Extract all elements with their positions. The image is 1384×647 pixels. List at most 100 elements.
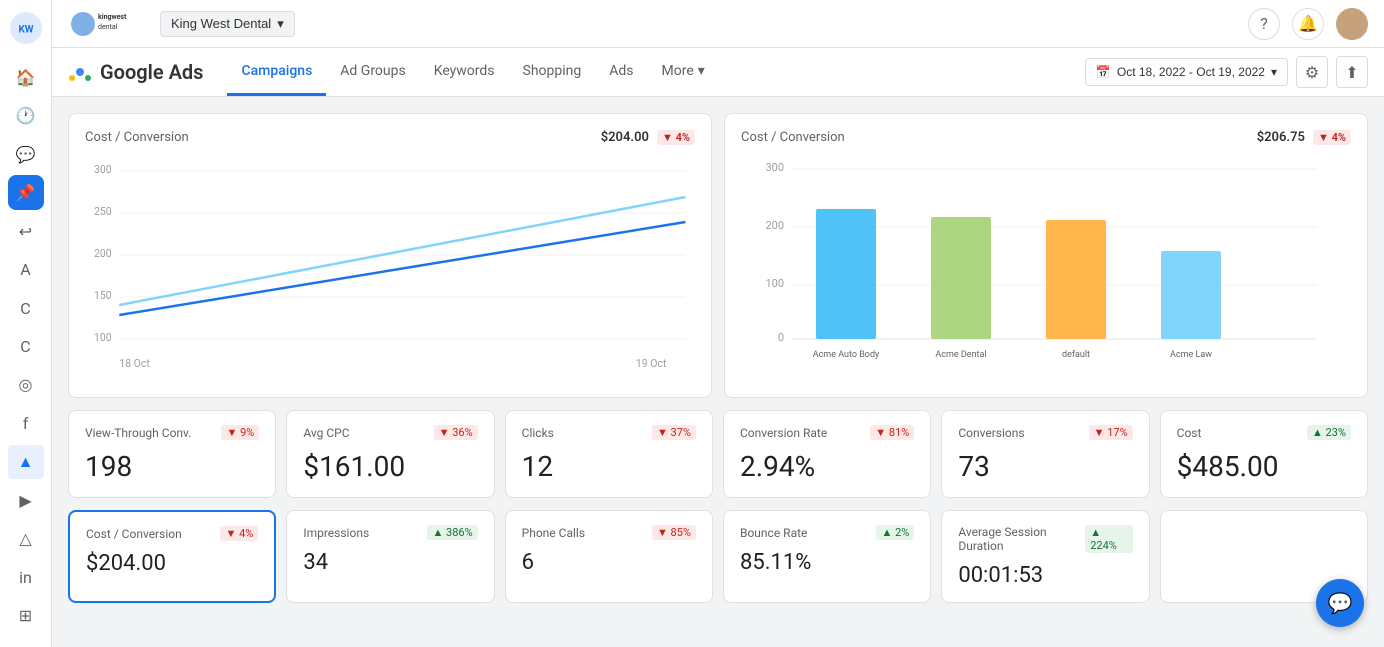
metric-cost: Cost ▲ 23% $485.00: [1160, 410, 1368, 498]
sidebar-chat-icon[interactable]: 💬: [8, 137, 44, 171]
date-range-button[interactable]: 📅 Oct 18, 2022 - Oct 19, 2022 ▾: [1085, 58, 1288, 86]
metric-header-5: Cost ▲ 23%: [1177, 425, 1351, 440]
line-chart-area: 300 250 200 150 100: [85, 157, 695, 377]
logo: kingwest dental: [68, 9, 148, 39]
tab-more[interactable]: More ▾: [648, 49, 719, 96]
bottom-metric-phone-calls[interactable]: Phone Calls ▼ 85% 6: [505, 510, 713, 603]
metric-header-4: Conversions ▼ 17%: [958, 425, 1132, 440]
dropdown-chevron-icon: ▾: [277, 16, 284, 32]
google-ads-logo-icon: [68, 60, 92, 84]
svg-text:Acme Auto Body: Acme Auto Body: [813, 350, 880, 360]
bottom-metric-badge-1: ▲ 386%: [427, 525, 477, 540]
nav-tabs-right: 📅 Oct 18, 2022 - Oct 19, 2022 ▾ ⚙ ⬆: [1085, 56, 1368, 88]
metric-avg-cpc: Avg CPC ▼ 36% $161.00: [286, 410, 494, 498]
metric-conversions: Conversions ▼ 17% 73: [941, 410, 1149, 498]
bottom-metric-header-0: Cost / Conversion ▼ 4%: [86, 526, 258, 541]
bottom-metric-badge-2: ▼ 85%: [652, 525, 696, 540]
sidebar-c2-icon[interactable]: C: [8, 329, 44, 363]
metric-view-through-conv: View-Through Conv. ▼ 9% 198: [68, 410, 276, 498]
metric-badge-1: ▼ 36%: [434, 425, 478, 440]
sidebar-fb-icon[interactable]: f: [8, 406, 44, 440]
date-chevron-icon: ▾: [1271, 65, 1277, 79]
sidebar-triangle-icon[interactable]: △: [8, 522, 44, 556]
chat-icon: 💬: [1328, 591, 1353, 615]
metrics-row: View-Through Conv. ▼ 9% 198 Avg CPC ▼ 36…: [68, 410, 1368, 498]
metric-header-1: Avg CPC ▼ 36%: [303, 425, 477, 440]
sidebar-circle-icon[interactable]: ◎: [8, 368, 44, 402]
tab-adgroups[interactable]: Ad Groups: [326, 49, 419, 96]
main-content: kingwest dental King West Dental ▾ ? 🔔: [52, 0, 1384, 647]
bottom-metric-impressions[interactable]: Impressions ▲ 386% 34: [286, 510, 494, 603]
bottom-metric-title-3: Bounce Rate: [740, 526, 807, 540]
bottom-metric-cost-conversion[interactable]: Cost / Conversion ▼ 4% $204.00: [68, 510, 276, 603]
metric-value-4: 73: [958, 450, 1132, 483]
svg-text:200: 200: [94, 247, 112, 260]
app-logo: KW: [8, 10, 44, 46]
filter-button[interactable]: ⚙: [1296, 56, 1328, 88]
bottom-metric-value-3: 85.11%: [740, 550, 914, 575]
topbar: kingwest dental King West Dental ▾ ? 🔔: [52, 0, 1384, 48]
svg-text:dental: dental: [98, 23, 118, 31]
metric-badge-3: ▼ 81%: [870, 425, 914, 440]
svg-text:KW: KW: [18, 24, 33, 35]
bottom-metric-title-2: Phone Calls: [522, 526, 585, 540]
svg-text:250: 250: [94, 205, 112, 218]
sidebar-clock-icon[interactable]: 🕐: [8, 98, 44, 132]
sidebar-home-icon[interactable]: 🏠: [8, 60, 44, 94]
share-button[interactable]: ⬆: [1336, 56, 1368, 88]
metric-title-0: View-Through Conv.: [85, 426, 191, 440]
bottom-metric-badge-0: ▼ 4%: [220, 526, 258, 541]
bottom-metric-title-4: Average Session Duration: [958, 525, 1085, 553]
bottom-metric-bounce-rate[interactable]: Bounce Rate ▲ 2% 85.11%: [723, 510, 931, 603]
dashboard: Cost / Conversion $204.00 ▼ 4% 300 250 2…: [52, 97, 1384, 647]
metric-conversion-rate: Conversion Rate ▼ 81% 2.94%: [723, 410, 931, 498]
sidebar-grid-icon[interactable]: ⊞: [8, 599, 44, 633]
nav-tabs: Google Ads Campaigns Ad Groups Keywords …: [52, 48, 1384, 97]
tab-keywords[interactable]: Keywords: [420, 49, 509, 96]
bottom-metric-avg-session-duration[interactable]: Average Session Duration ▲ 224% 00:01:53: [941, 510, 1149, 603]
notifications-button[interactable]: 🔔: [1292, 8, 1324, 40]
user-avatar[interactable]: [1336, 8, 1368, 40]
metric-value-0: 198: [85, 450, 259, 483]
right-chart-badge: ▼ 4%: [1313, 130, 1351, 145]
sidebar-play-icon[interactable]: ▶: [8, 483, 44, 517]
sidebar: KW 🏠 🕐 💬 📌 ↩ A C C ◎ f ▲ ▶ △ in ⊞: [0, 0, 52, 647]
sidebar-linkedin-icon[interactable]: in: [8, 560, 44, 594]
left-chart-value: $204.00 ▼ 4%: [601, 130, 695, 145]
bottom-metric-header-2: Phone Calls ▼ 85%: [522, 525, 696, 540]
account-selector[interactable]: King West Dental ▾: [160, 11, 295, 37]
svg-text:300: 300: [94, 163, 112, 176]
metric-title-1: Avg CPC: [303, 426, 349, 440]
svg-text:19 Oct: 19 Oct: [636, 357, 667, 370]
metric-header-2: Clicks ▼ 37%: [522, 425, 696, 440]
bottom-metric-badge-4: ▲ 224%: [1085, 525, 1132, 553]
bottom-metric-value-1: 34: [303, 550, 477, 575]
bottom-metric-badge-3: ▲ 2%: [876, 525, 914, 540]
calendar-icon: 📅: [1096, 65, 1111, 79]
svg-text:default: default: [1062, 350, 1090, 360]
sidebar-c1-icon[interactable]: C: [8, 291, 44, 325]
nav-tabs-left: Google Ads Campaigns Ad Groups Keywords …: [68, 48, 719, 96]
tab-ads[interactable]: Ads: [595, 49, 647, 96]
help-button[interactable]: ?: [1248, 8, 1280, 40]
bottom-metric-title-1: Impressions: [303, 526, 369, 540]
sidebar-analytics-icon[interactable]: 📌: [8, 175, 44, 209]
right-chart-value: $206.75 ▼ 4%: [1257, 130, 1351, 145]
svg-text:kingwest: kingwest: [98, 13, 127, 21]
bottom-metric-value-2: 6: [522, 550, 696, 575]
right-chart-header: Cost / Conversion $206.75 ▼ 4%: [741, 130, 1351, 145]
sidebar-googleads-icon[interactable]: ▲: [8, 445, 44, 479]
left-chart-header: Cost / Conversion $204.00 ▼ 4%: [85, 130, 695, 145]
sidebar-arrow-icon[interactable]: ↩: [8, 214, 44, 248]
page-title: Google Ads: [68, 48, 219, 96]
sidebar-amazon-icon[interactable]: A: [8, 252, 44, 286]
tab-campaigns[interactable]: Campaigns: [227, 49, 326, 96]
bottom-metric-header-4: Average Session Duration ▲ 224%: [958, 525, 1132, 553]
tab-shopping[interactable]: Shopping: [509, 49, 596, 96]
chat-button[interactable]: 💬: [1316, 579, 1364, 627]
bottom-metric-value-0: $204.00: [86, 551, 258, 576]
metric-badge-0: ▼ 9%: [221, 425, 259, 440]
svg-text:150: 150: [94, 289, 112, 302]
metric-value-1: $161.00: [303, 450, 477, 483]
metric-header-0: View-Through Conv. ▼ 9%: [85, 425, 259, 440]
